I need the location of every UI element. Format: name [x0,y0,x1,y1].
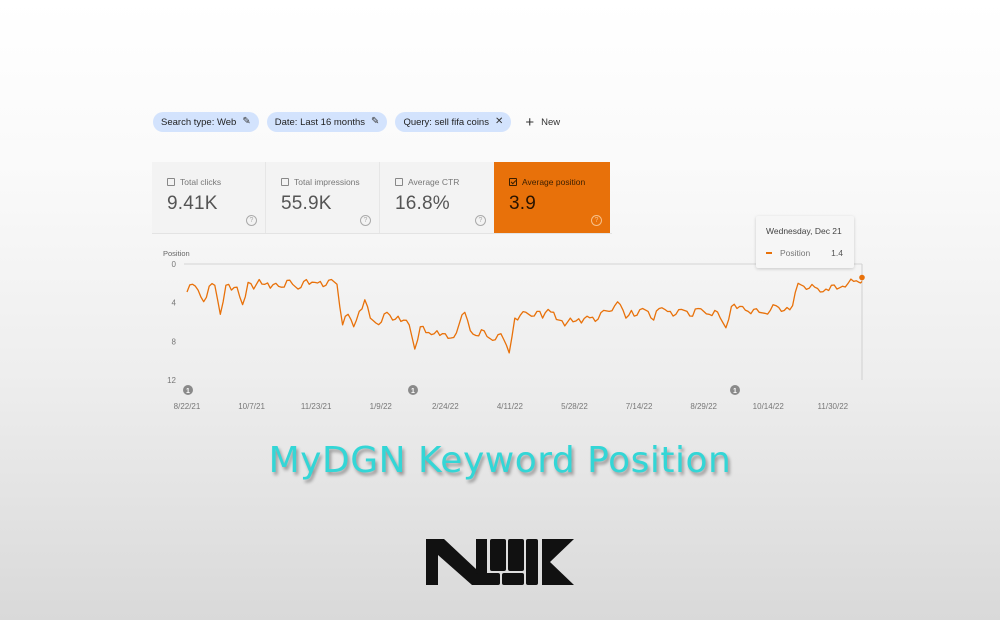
tooltip-series: Position [780,248,811,258]
x-tick-label: 10/14/22 [753,402,785,411]
annotation-marker[interactable]: 1 [730,385,740,395]
x-tick-label: 11/30/22 [818,402,849,411]
x-tick-label: 1/9/22 [370,402,393,411]
y-axis-label: Position [163,249,190,258]
annotation-label: 1 [733,388,737,395]
chart-tooltip: Wednesday, Dec 21 Position 1.4 [756,216,854,268]
brand-logo-icon [426,539,574,585]
x-tick-label: 8/22/21 [174,402,201,411]
tooltip-value: 1.4 [831,248,843,258]
x-tick-label: 11/23/21 [301,402,332,411]
x-tick-label: 4/11/22 [497,402,524,411]
position-chart[interactable]: Position 0 4 8 12 8/22/21 10/7/21 11/23/21 1/9… [0,0,1000,420]
position-series-line [186,278,863,354]
highlight-point[interactable] [859,274,865,281]
y-tick-label: 12 [167,376,176,385]
annotation-marker[interactable]: 1 [408,385,418,395]
y-tick-label: 8 [172,337,177,346]
tooltip-date: Wednesday, Dec 21 [766,226,842,236]
headline-title: MyDGN Keyword Position [268,440,732,481]
x-tick-label: 8/29/22 [690,402,717,411]
y-tick-label: 0 [172,260,177,269]
x-tick-label: 5/28/22 [561,402,588,411]
y-tick-label: 4 [172,299,177,308]
annotation-label: 1 [186,388,190,395]
x-tick-label: 7/14/22 [626,402,653,411]
x-tick-label: 2/24/22 [432,402,459,411]
annotation-marker[interactable]: 1 [183,385,193,395]
x-tick-label: 10/7/21 [238,402,265,411]
series-swatch-icon [766,252,772,254]
annotation-label: 1 [411,388,415,395]
